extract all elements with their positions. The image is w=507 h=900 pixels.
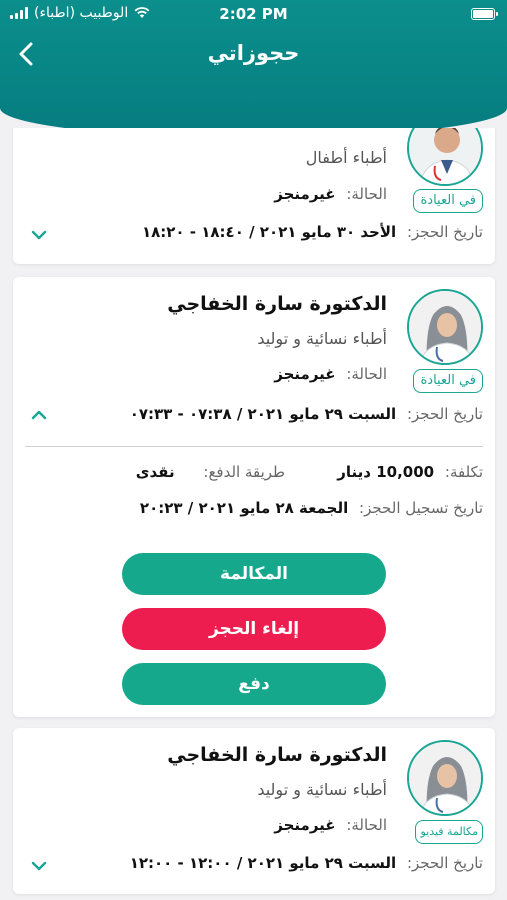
doctor-specialty: أطباء نسائية و توليد <box>257 780 387 799</box>
payment-method-row: طريقة الدفع: نقدى <box>136 463 285 481</box>
booking-date-label: تاريخ الحجز: <box>406 854 483 872</box>
app-header: الوطبيب (اطباء) 2:02 PM حجوزاتي <box>0 0 507 138</box>
status-bar: الوطبيب (اطباء) 2:02 PM <box>0 0 507 30</box>
doctor-name: الدكتورة سارة الخفاجي <box>167 744 387 766</box>
nav-bar: حجوزاتي <box>0 32 507 76</box>
status-time: 2:02 PM <box>219 5 288 23</box>
chevron-down-icon[interactable] <box>29 225 49 245</box>
divider <box>25 446 483 447</box>
payment-method-label: طريقة الدفع: <box>203 463 285 481</box>
call-button[interactable]: المكالمة <box>122 553 386 595</box>
doctor-photo-icon <box>409 128 481 184</box>
booking-date-value: السبت ٢٩ مايو ٢٠٢١ / ١٢:٠٠ - ١٢:٠٠ <box>129 854 397 872</box>
booking-date-label: تاريخ الحجز: <box>406 223 483 241</box>
booking-type-badge: في العيادة <box>413 189 483 213</box>
booking-date-value: الأحد ٣٠ مايو ٢٠٢١ / ١٨:٤٠ - ١٨:٢٠ <box>141 223 397 241</box>
booking-date-value: السبت ٢٩ مايو ٢٠٢١ / ٠٧:٣٨ - ٠٧:٣٣ <box>129 405 397 423</box>
doctor-specialty: أطباء نسائية و توليد <box>257 329 387 348</box>
battery-icon <box>471 8 498 20</box>
doctor-avatar <box>407 740 483 816</box>
cancel-booking-button[interactable]: إلغاء الحجز <box>122 608 386 650</box>
status-label: الحالة: <box>346 365 387 383</box>
booking-card-expanded[interactable]: الدكتورة سارة الخفاجي أطباء نسائية و تول… <box>13 277 495 717</box>
doctor-avatar <box>407 128 483 186</box>
doctor-photo-icon <box>409 291 481 363</box>
booking-date-row: تاريخ الحجز: السبت ٢٩ مايو ٢٠٢١ / ٠٧:٣٨ … <box>130 405 483 423</box>
booking-date-row: تاريخ الحجز: الأحد ٣٠ مايو ٢٠٢١ / ١٨:٤٠ … <box>142 223 483 241</box>
status-label: الحالة: <box>346 816 387 834</box>
status-row: الحالة: غيرمنجز <box>274 365 387 383</box>
status-label: الحالة: <box>346 185 387 203</box>
booking-card[interactable]: أطباء أطفال في العيادة الحالة: غيرمنجز ت… <box>13 128 495 264</box>
registration-date-label: تاريخ تسجيل الحجز: <box>359 499 483 517</box>
pay-button[interactable]: دفع <box>122 663 386 705</box>
doctor-avatar <box>407 289 483 365</box>
booking-card[interactable]: الدكتورة سارة الخفاجي أطباء نسائية و تول… <box>13 728 495 894</box>
status-value: غيرمنجز <box>274 816 336 834</box>
booking-type-badge: مكالمة فيديو <box>415 820 483 844</box>
cost-row: تكلفة: 10,000 دينار <box>337 463 483 481</box>
doctor-photo-icon <box>409 742 481 814</box>
chevron-up-icon[interactable] <box>29 405 49 425</box>
doctor-specialty: أطباء أطفال <box>305 148 387 167</box>
status-value: غيرمنجز <box>274 365 336 383</box>
status-value: غيرمنجز <box>274 185 336 203</box>
cost-label: تكلفة: <box>444 463 483 481</box>
cost-value: 10,000 دينار <box>337 463 435 481</box>
status-row: الحالة: غيرمنجز <box>274 816 387 834</box>
chevron-down-icon[interactable] <box>29 856 49 876</box>
page-title: حجوزاتي <box>207 41 300 65</box>
doctor-name: الدكتورة سارة الخفاجي <box>167 293 387 315</box>
status-row: الحالة: غيرمنجز <box>274 185 387 203</box>
payment-method-value: نقدى <box>135 463 175 481</box>
booking-type-badge: في العيادة <box>413 369 483 393</box>
booking-date-label: تاريخ الحجز: <box>406 405 483 423</box>
registration-date-value: الجمعة ٢٨ مايو ٢٠٢١ / ٢٠:٢٣ <box>139 499 349 517</box>
registration-date-row: تاريخ تسجيل الحجز: الجمعة ٢٨ مايو ٢٠٢١ /… <box>140 499 483 517</box>
bookings-list[interactable]: أطباء أطفال في العيادة الحالة: غيرمنجز ت… <box>0 128 507 900</box>
booking-date-row: تاريخ الحجز: السبت ٢٩ مايو ٢٠٢١ / ١٢:٠٠ … <box>130 854 483 872</box>
